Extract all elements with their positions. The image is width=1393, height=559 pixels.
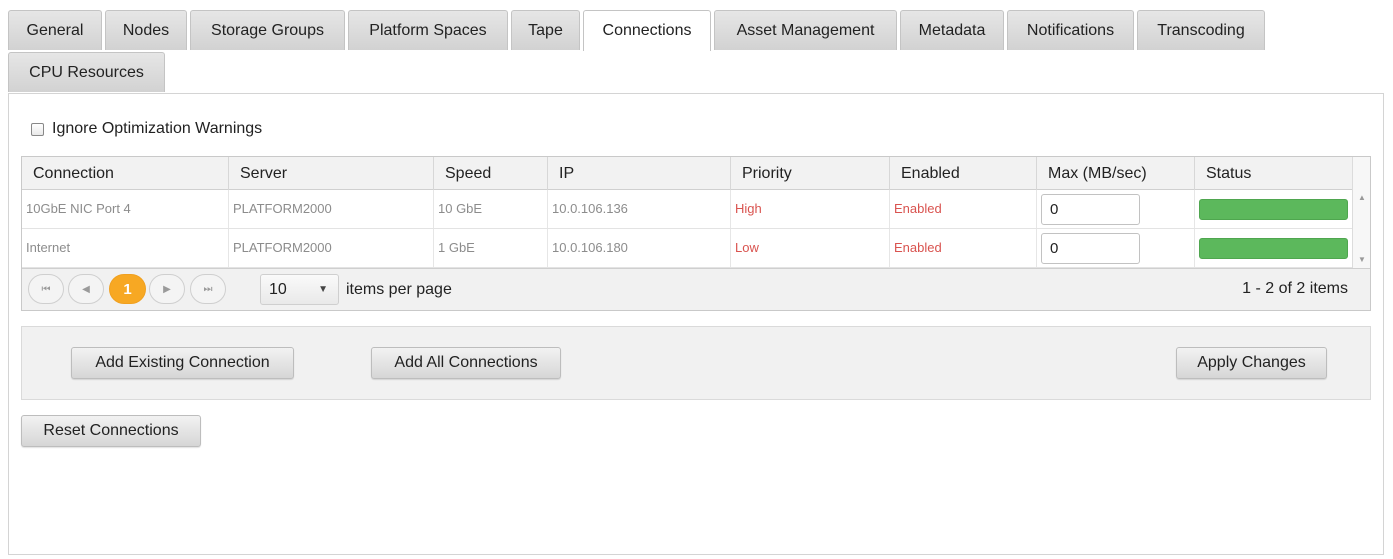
grid-pager: ⏮ ◀ 1 ▶ ⏭ 10 ▼ items per page 1 - 2 of 2… xyxy=(22,268,1370,310)
ignore-warnings-label: Ignore Optimization Warnings xyxy=(52,120,263,137)
first-page-icon: ⏮ xyxy=(41,283,51,295)
first-page-button[interactable]: ⏮ xyxy=(28,274,64,304)
cell-priority: Low xyxy=(730,229,889,267)
tab-asset-management[interactable]: Asset Management xyxy=(714,10,897,50)
max-rate-input[interactable] xyxy=(1041,233,1140,264)
cell-enabled: Enabled xyxy=(889,229,1036,267)
max-rate-input[interactable] xyxy=(1041,194,1140,225)
next-page-button[interactable]: ▶ xyxy=(149,274,185,304)
tab-metadata[interactable]: Metadata xyxy=(900,10,1004,50)
items-per-page-label: items per page xyxy=(346,281,452,298)
cell-speed: 1 GbE xyxy=(433,229,547,267)
grid-header: Connection Server Speed IP Priority Enab… xyxy=(22,157,1352,190)
connections-grid: Connection Server Speed IP Priority Enab… xyxy=(21,156,1371,311)
cell-server: PLATFORM2000 xyxy=(228,190,433,228)
current-page-button[interactable]: 1 xyxy=(109,274,146,304)
tab-label: Tape xyxy=(528,21,563,39)
table-row[interactable]: Internet PLATFORM2000 1 GbE 10.0.106.180… xyxy=(22,229,1352,268)
tab-label: CPU Resources xyxy=(29,63,144,81)
cell-enabled: Enabled xyxy=(889,190,1036,228)
tab-platform-spaces[interactable]: Platform Spaces xyxy=(348,10,508,50)
column-header-priority[interactable]: Priority xyxy=(730,157,889,190)
column-header-status[interactable]: Status xyxy=(1194,157,1352,190)
add-all-connections-button[interactable]: Add All Connections xyxy=(371,347,561,379)
tab-label: Transcoding xyxy=(1157,21,1245,39)
column-header-max[interactable]: Max (MB/sec) xyxy=(1036,157,1194,190)
chevron-down-icon: ▼ xyxy=(318,284,328,295)
add-existing-connection-button[interactable]: Add Existing Connection xyxy=(71,347,294,379)
next-page-icon: ▶ xyxy=(163,283,171,295)
cell-priority: High xyxy=(730,190,889,228)
page-size-select[interactable]: 10 ▼ xyxy=(260,274,339,305)
tab-tape[interactable]: Tape xyxy=(511,10,580,50)
tab-label: Notifications xyxy=(1026,21,1115,39)
status-bar xyxy=(1199,199,1348,220)
tab-label: Storage Groups xyxy=(211,21,324,39)
tab-label: Connections xyxy=(602,22,692,39)
grid-scrollbar[interactable]: ▲ ▼ xyxy=(1352,157,1370,268)
ignore-warnings-checkbox[interactable] xyxy=(31,122,44,136)
apply-changes-button[interactable]: Apply Changes xyxy=(1176,347,1327,379)
tab-storage-groups[interactable]: Storage Groups xyxy=(190,10,345,50)
tab-cpu-resources[interactable]: CPU Resources xyxy=(8,52,165,92)
scroll-up-icon[interactable]: ▲ xyxy=(1358,193,1366,202)
scroll-down-icon[interactable]: ▼ xyxy=(1358,255,1366,264)
pager-info: 1 - 2 of 2 items xyxy=(1242,280,1348,297)
cell-speed: 10 GbE xyxy=(433,190,547,228)
tab-nodes[interactable]: Nodes xyxy=(105,10,187,50)
column-header-speed[interactable]: Speed xyxy=(433,157,547,190)
tab-label: General xyxy=(26,21,84,39)
last-page-icon: ⏭ xyxy=(203,283,213,295)
tab-notifications[interactable]: Notifications xyxy=(1007,10,1134,50)
tab-general[interactable]: General xyxy=(8,10,102,50)
cell-connection: Internet xyxy=(26,240,71,255)
tab-label: Asset Management xyxy=(736,21,875,39)
column-header-connection[interactable]: Connection xyxy=(22,157,228,190)
previous-page-button[interactable]: ◀ xyxy=(68,274,104,304)
reset-connections-button[interactable]: Reset Connections xyxy=(21,415,201,447)
cell-server: PLATFORM2000 xyxy=(228,229,433,267)
table-row[interactable]: 10GbE NIC Port 4 PLATFORM2000 10 GbE 10.… xyxy=(22,190,1352,229)
tab-label: Nodes xyxy=(122,21,170,39)
tab-label: Platform Spaces xyxy=(369,21,487,39)
cell-ip: 10.0.106.180 xyxy=(547,229,730,267)
action-bar: Add Existing Connection Add All Connecti… xyxy=(21,326,1371,400)
tab-connections[interactable]: Connections xyxy=(583,10,711,51)
ignore-warnings-option[interactable]: Ignore Optimization Warnings xyxy=(31,120,262,138)
page-size-value: 10 xyxy=(269,281,287,298)
column-header-enabled[interactable]: Enabled xyxy=(889,157,1036,190)
previous-page-icon: ◀ xyxy=(82,283,90,295)
column-header-ip[interactable]: IP xyxy=(547,157,730,190)
cell-ip: 10.0.106.136 xyxy=(547,190,730,228)
last-page-button[interactable]: ⏭ xyxy=(190,274,226,304)
tab-label: Metadata xyxy=(918,21,986,39)
current-page-number: 1 xyxy=(123,280,132,298)
column-header-server[interactable]: Server xyxy=(228,157,433,190)
cell-connection: 10GbE NIC Port 4 xyxy=(26,201,131,216)
status-bar xyxy=(1199,238,1348,259)
tab-transcoding[interactable]: Transcoding xyxy=(1137,10,1265,50)
